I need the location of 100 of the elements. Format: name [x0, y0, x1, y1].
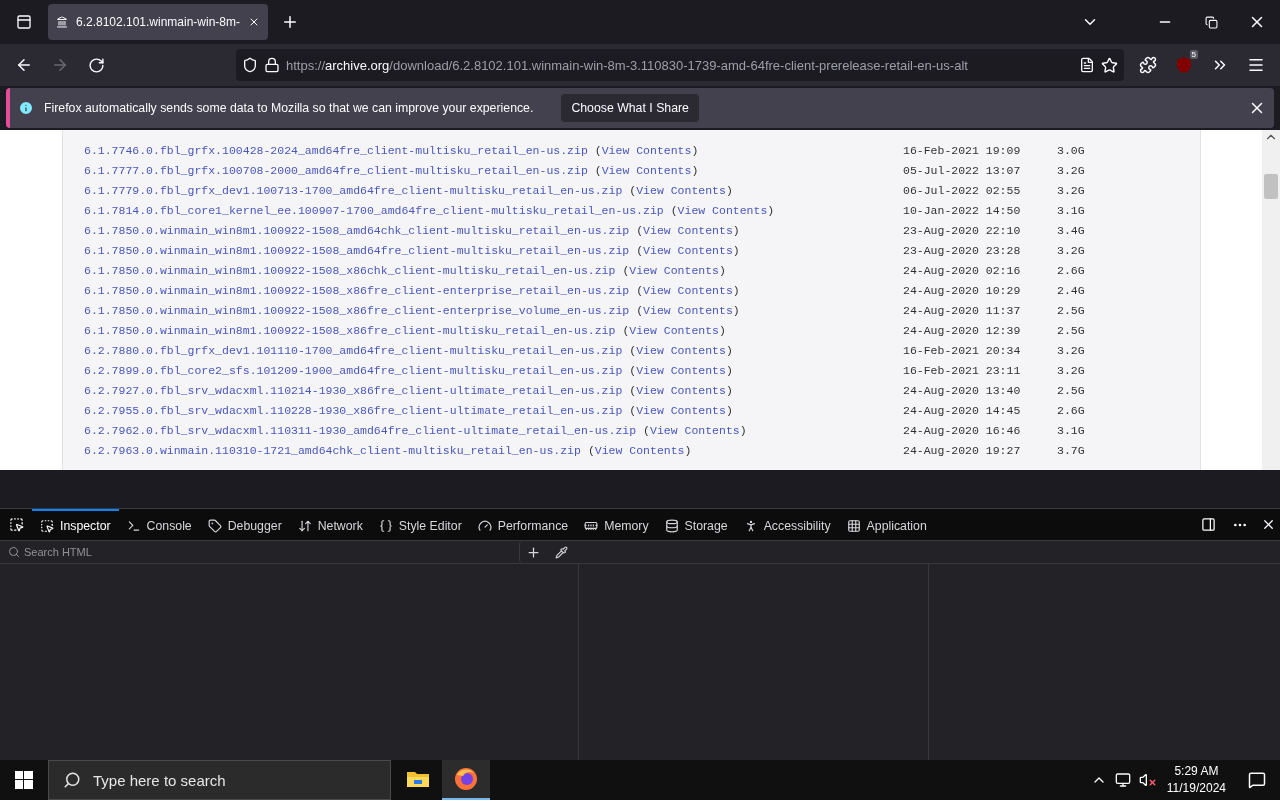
paren: )	[725, 183, 733, 197]
date-text: 06-Jul-2022 02:55	[903, 183, 1022, 197]
devtools-tab[interactable]: Console	[118, 509, 200, 540]
paren: )	[725, 383, 733, 397]
paren: (	[594, 143, 602, 157]
scrollbar[interactable]	[1262, 130, 1280, 470]
console-icon	[126, 518, 141, 533]
date-text: 05-Jul-2022 13:07	[903, 163, 1022, 177]
gauge-icon	[477, 518, 492, 533]
tag-icon	[207, 518, 222, 533]
view-contents-link[interactable]: View Contents	[677, 203, 768, 217]
view-contents-link[interactable]: View Contents	[629, 263, 719, 277]
paren: (	[629, 183, 637, 197]
devtools-tab[interactable]: Memory	[576, 509, 657, 540]
search-icon	[8, 546, 20, 558]
file-link[interactable]: 6.1.7850.0.winmain_win8m1.100922-1508_x86fre_client-multisku_retail_en-us.zip	[84, 323, 616, 337]
view-contents-link[interactable]: View Contents	[636, 363, 726, 377]
size-text: 3.1G	[1057, 203, 1086, 217]
file-link[interactable]: 6.1.7850.0.winmain_win8m1.100922-1508_x86chk_client-multisku_retail_en-us.zip	[84, 263, 616, 277]
paren: (	[629, 383, 637, 397]
view-contents-link[interactable]: View Contents	[650, 423, 740, 437]
file-link[interactable]: 6.1.7814.0.fbl_core1_kernel_ee.100907-1700_amd64fre_client-multisku_retail_en-us.zip	[84, 203, 664, 217]
view-contents-link[interactable]: View Contents	[629, 323, 719, 337]
devtools-tab[interactable]: Performance	[469, 509, 577, 540]
devtools-tab[interactable]: Storage	[656, 509, 736, 540]
file-link[interactable]: 6.1.7850.0.winmain_win8m1.100922-1508_x86fre_client-enterprise_retail_en-us.zip	[84, 283, 630, 297]
file-link[interactable]: 6.2.7927.0.fbl_srv_wdacxml.110214-1930_x86fre_client-ultimate_retail_en-us.zip	[84, 383, 623, 397]
devtools-tab[interactable]: Accessibility	[735, 509, 839, 540]
paren: (	[670, 203, 678, 217]
file-link[interactable]: 6.2.7955.0.fbl_srv_wdacxml.110228-1930_x86fre_client-ultimate_retail_en-us.zip	[84, 403, 623, 417]
file-link[interactable]: 6.1.7850.0.winmain_win8m1.100922-1508_amd64fre_client-multisku_retail_en-us.zip	[84, 243, 630, 257]
date-text: 24-Aug-2020 10:29	[903, 283, 1022, 297]
devtools-tab[interactable]: Application	[838, 509, 935, 540]
paren: )	[684, 443, 692, 457]
size-text: 3.0G	[1057, 143, 1086, 157]
paren: (	[636, 243, 644, 257]
scrollbar-thumb[interactable]	[1264, 174, 1278, 199]
view-contents-link[interactable]: View Contents	[594, 443, 685, 457]
view-contents-link[interactable]: View Contents	[601, 163, 692, 177]
date-text: 16-Feb-2021 19:09	[903, 143, 1022, 157]
paren: )	[719, 263, 726, 277]
size-text: 3.4G	[1057, 223, 1086, 237]
firefox-icon	[454, 767, 478, 791]
size-text: 2.6G	[1057, 403, 1086, 417]
view-contents-link[interactable]: View Contents	[636, 343, 726, 357]
address-bar[interactable]: https://archive.org/download/6.2.8102.101.winmain-win-8m-3.110830-1739-amd-64fre-client-prerelease-retail-en-us-alt	[236, 49, 1124, 81]
size-text: 3.2G	[1057, 343, 1086, 357]
search-icon	[63, 771, 81, 789]
devtools-tab[interactable]: Debugger	[199, 509, 290, 540]
file-link[interactable]: 6.1.7850.0.winmain_win8m1.100922-1508_amd64chk_client-multisku_retail_en-us.zip	[84, 223, 630, 237]
paren: (	[636, 223, 644, 237]
date-text: 24-Aug-2020 19:27	[903, 443, 1022, 457]
view-contents-link[interactable]: View Contents	[643, 243, 733, 257]
file-link[interactable]: 6.1.7850.0.winmain_win8m1.100922-1508_x86fre_client-enterprise_volume_en-us.zip	[84, 303, 630, 317]
file-link[interactable]: 6.1.7779.0.fbl_grfx_dev1.100713-1700_amd64fre_client-multisku_retail_en-us.zip	[84, 183, 623, 197]
reader-icon[interactable]	[1079, 57, 1095, 73]
choose-share-button[interactable]: Choose What I Share	[561, 94, 699, 122]
paren: (	[629, 363, 637, 377]
paren: )	[725, 403, 733, 417]
date-text: 16-Feb-2021 20:34	[903, 343, 1022, 357]
size-text: 2.5G	[1057, 323, 1086, 337]
file-link[interactable]: 6.2.7962.0.fbl_srv_wdacxml.110311-1930_amd64fre_client-ultimate_retail_en-us.zip	[84, 423, 637, 437]
shield-icon[interactable]	[242, 57, 258, 73]
taskbar-search-field[interactable]: Type here to search	[48, 760, 391, 800]
paren: (	[629, 403, 637, 417]
taskbar-app[interactable]	[442, 760, 490, 800]
paren: )	[732, 243, 740, 257]
date-text: 24-Aug-2020 11:37	[903, 303, 1022, 317]
file-link[interactable]: 6.2.7880.0.fbl_grfx_dev1.101110-1700_amd64fre_client-multisku_retail_en-us.zip	[84, 343, 623, 357]
devtools-tab[interactable]: Style Editor	[370, 509, 470, 540]
view-contents-link[interactable]: View Contents	[601, 143, 692, 157]
size-text: 2.5G	[1057, 383, 1086, 397]
paren: (	[587, 443, 595, 457]
inspector-icon	[40, 518, 54, 533]
date-text: 23-Aug-2020 22:10	[903, 223, 1022, 237]
view-contents-link[interactable]: View Contents	[636, 383, 726, 397]
date-text: 24-Aug-2020 13:40	[903, 383, 1022, 397]
lock-icon[interactable]	[264, 57, 280, 73]
view-contents-link[interactable]: View Contents	[643, 303, 733, 317]
clock[interactable]: 5:29 AM 11/19/2024	[1158, 763, 1234, 797]
braces-icon	[378, 518, 393, 533]
star-icon[interactable]	[1101, 56, 1118, 74]
date-text: 24-Aug-2020 14:45	[903, 403, 1022, 417]
view-contents-link[interactable]: View Contents	[643, 283, 733, 297]
devtools-tab[interactable]: Network	[289, 509, 371, 540]
paren: )	[691, 163, 699, 177]
view-contents-link[interactable]: View Contents	[636, 183, 726, 197]
file-link[interactable]: 6.1.7746.0.fbl_grfx.100428-2024_amd64fre_client-multisku_retail_en-us.zip	[84, 143, 588, 157]
file-link[interactable]: 6.2.7899.0.fbl_core2_sfs.101209-1900_amd64fre_client-multisku_retail_en-us.zip	[84, 363, 623, 377]
view-contents-link[interactable]: View Contents	[636, 403, 726, 417]
browser-tab[interactable]: 6.2.8102.101.winmain-win-8m-	[48, 4, 268, 40]
grid-icon	[846, 518, 861, 533]
paren: )	[725, 343, 733, 357]
file-link[interactable]: 6.1.7777.0.fbl_grfx.100708-2000_amd64fre_client-multisku_retail_en-us.zip	[84, 163, 588, 177]
view-contents-link[interactable]: View Contents	[643, 223, 733, 237]
size-text: 3.2G	[1057, 363, 1086, 377]
database-icon	[664, 518, 679, 533]
notification-text: Firefox automatically sends some data to Mozilla so that we can improve your experience.	[44, 101, 534, 115]
size-text: 3.2G	[1057, 163, 1086, 177]
file-link[interactable]: 6.2.7963.0.winmain.110310-1721_amd64chk_client-multisku_retail_en-us.zip	[84, 443, 581, 457]
